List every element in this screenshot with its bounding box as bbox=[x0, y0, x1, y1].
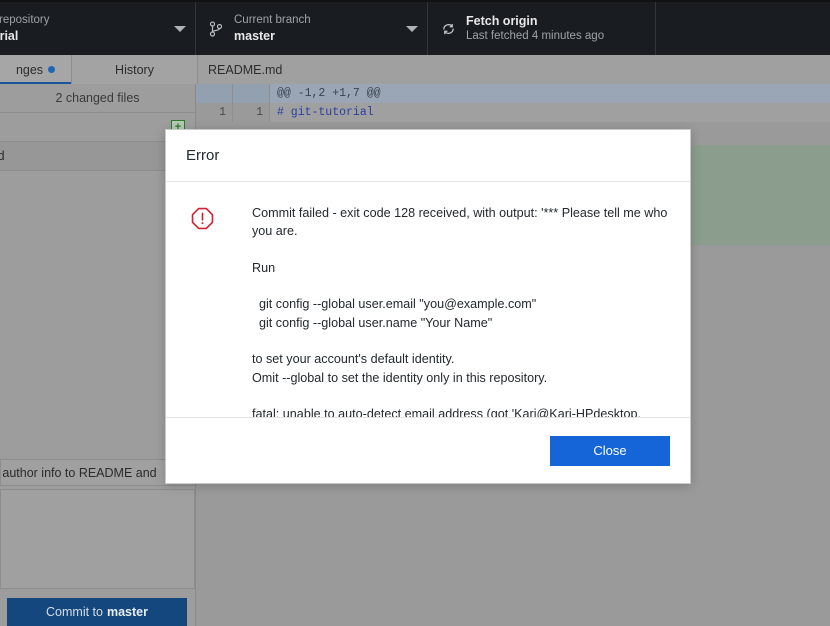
modal-overlay: Error Commit failed - exit code 128 rece… bbox=[0, 0, 830, 626]
error-octagon-icon bbox=[191, 204, 223, 407]
github-desktop-window: rent repository tutorial Current branch … bbox=[0, 0, 830, 626]
dialog-body: Commit failed - exit code 128 received, … bbox=[166, 182, 690, 417]
dialog-footer: Close bbox=[166, 417, 690, 483]
dialog-message: Commit failed - exit code 128 received, … bbox=[252, 206, 668, 417]
error-dialog: Error Commit failed - exit code 128 rece… bbox=[165, 129, 691, 484]
dialog-title: Error bbox=[186, 147, 220, 164]
close-button[interactable]: Close bbox=[550, 435, 670, 466]
dialog-header: Error bbox=[166, 130, 690, 182]
